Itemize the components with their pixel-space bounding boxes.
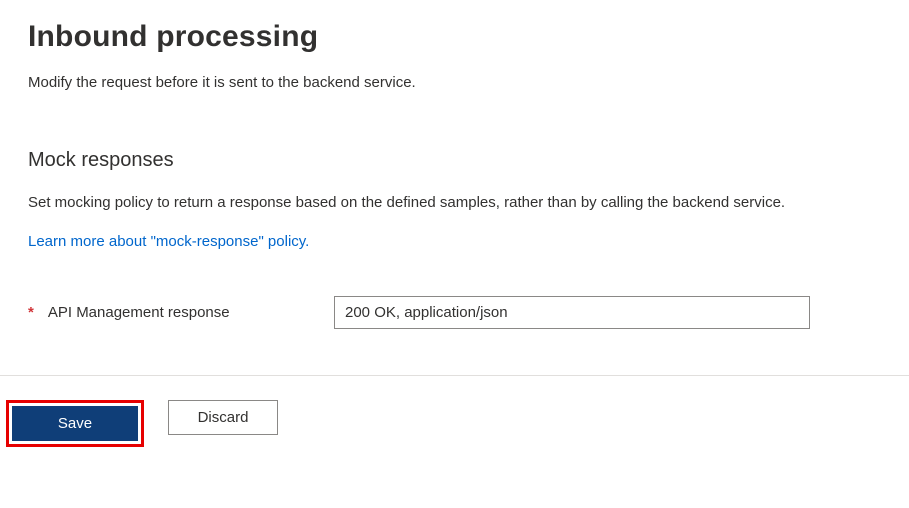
page-title: Inbound processing [28, 20, 881, 54]
save-button[interactable]: Save [12, 406, 138, 441]
divider [0, 375, 909, 376]
section-title-mock-responses: Mock responses [28, 149, 881, 172]
field-label: API Management response [48, 304, 230, 321]
learn-more-link[interactable]: Learn more about "mock-response" policy. [28, 233, 309, 250]
field-label-wrap: * API Management response [28, 304, 334, 321]
discard-button[interactable]: Discard [168, 400, 278, 435]
save-button-highlight: Save [6, 400, 144, 447]
page-subtitle: Modify the request before it is sent to … [28, 74, 881, 91]
required-asterisk: * [28, 304, 34, 321]
button-row: Save Discard [6, 400, 881, 447]
field-row-api-response: * API Management response [28, 296, 881, 329]
section-description: Set mocking policy to return a response … [28, 194, 881, 211]
api-management-response-input[interactable] [334, 296, 810, 329]
